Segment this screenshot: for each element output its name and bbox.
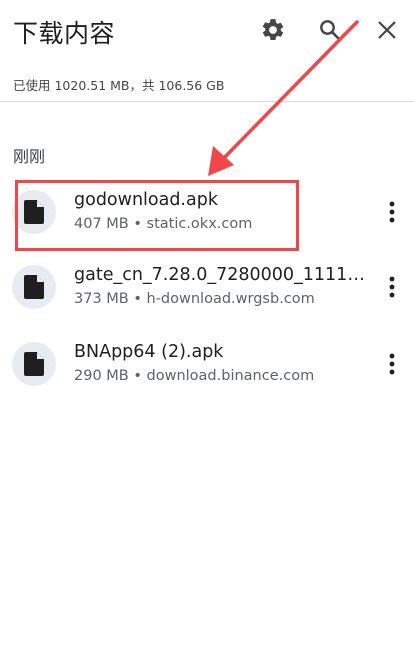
gear-icon xyxy=(262,19,284,40)
download-item[interactable]: gate_cn_7.28.0_7280000_11111... 373 MB •… xyxy=(0,253,414,325)
file-icon xyxy=(24,275,44,299)
downloads-page: 下载内容 已使用 1020.51 MB，共 106.56 GB 刚刚 godow… xyxy=(0,0,414,668)
search-icon xyxy=(320,20,341,41)
more-vert-icon xyxy=(389,276,395,298)
more-options-button[interactable] xyxy=(377,194,407,230)
section-label-recent: 刚刚 xyxy=(13,147,46,166)
file-icon xyxy=(24,200,44,224)
download-meta: 290 MB • download.binance.com xyxy=(74,368,315,384)
header-divider xyxy=(0,101,414,102)
search-button[interactable] xyxy=(312,12,348,48)
close-button[interactable] xyxy=(369,12,405,48)
more-vert-icon xyxy=(389,201,395,223)
download-name: godownload.apk xyxy=(74,190,218,210)
download-meta: 373 MB • h-download.wrgsb.com xyxy=(74,291,315,307)
file-icon-container xyxy=(12,265,56,309)
download-item[interactable]: godownload.apk 407 MB • static.okx.com xyxy=(0,178,414,250)
more-vert-icon xyxy=(389,353,395,375)
download-item[interactable]: BNApp64 (2).apk 290 MB • download.binanc… xyxy=(0,330,414,402)
settings-button[interactable] xyxy=(255,12,291,48)
file-icon xyxy=(24,352,44,376)
more-options-button[interactable] xyxy=(377,346,407,382)
app-header: 下载内容 xyxy=(0,0,414,64)
download-name: gate_cn_7.28.0_7280000_11111... xyxy=(74,265,366,285)
download-name: BNApp64 (2).apk xyxy=(74,342,224,362)
storage-summary: 已使用 1020.51 MB，共 106.56 GB xyxy=(13,78,225,93)
download-meta: 407 MB • static.okx.com xyxy=(74,216,253,232)
file-icon-container xyxy=(12,190,56,234)
close-icon xyxy=(378,21,396,39)
file-icon-container xyxy=(12,342,56,386)
page-title: 下载内容 xyxy=(13,19,116,48)
more-options-button[interactable] xyxy=(377,269,407,305)
